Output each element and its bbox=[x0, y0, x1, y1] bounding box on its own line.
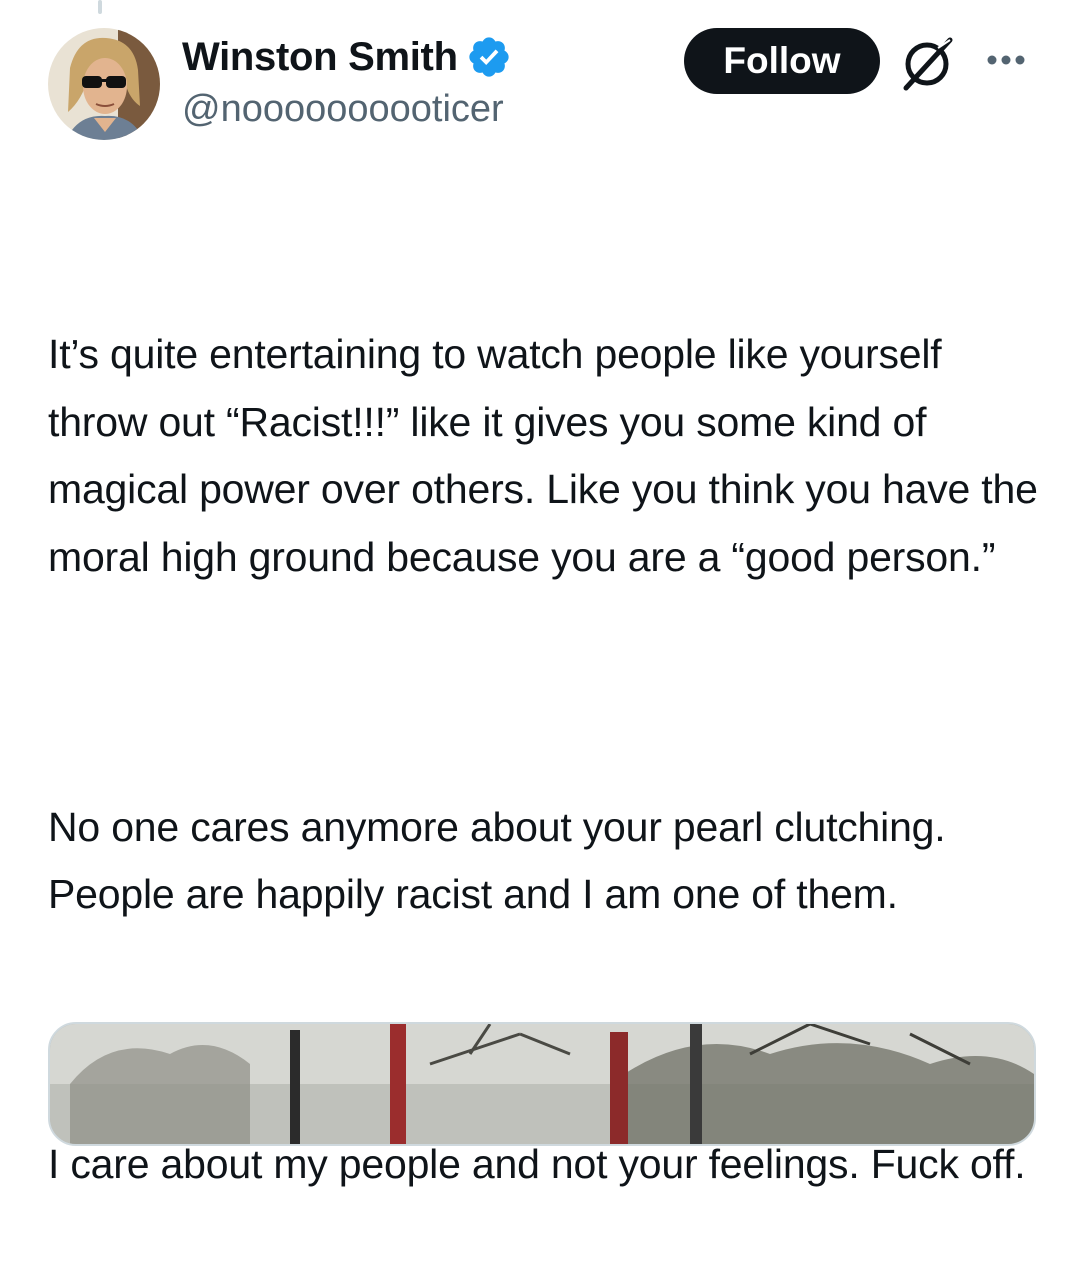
avatar[interactable] bbox=[48, 28, 160, 140]
tweet-paragraph-1: It’s quite entertaining to watch people … bbox=[48, 331, 1049, 580]
more-options-icon[interactable] bbox=[982, 48, 1030, 72]
grok-icon[interactable] bbox=[898, 34, 958, 94]
thread-connector-line bbox=[98, 0, 102, 14]
author-handle[interactable]: @noooooooooticer bbox=[182, 88, 504, 131]
author-display-name[interactable]: Winston Smith bbox=[182, 35, 458, 80]
verified-badge-icon[interactable] bbox=[466, 34, 512, 80]
avatar-image bbox=[48, 28, 160, 140]
tweet-paragraph-2: No one cares anymore about your pearl cl… bbox=[48, 803, 957, 918]
tweet-media-image[interactable] bbox=[48, 1022, 1036, 1146]
follow-button[interactable]: Follow bbox=[684, 28, 880, 94]
author-name-row: Winston Smith bbox=[182, 32, 512, 82]
